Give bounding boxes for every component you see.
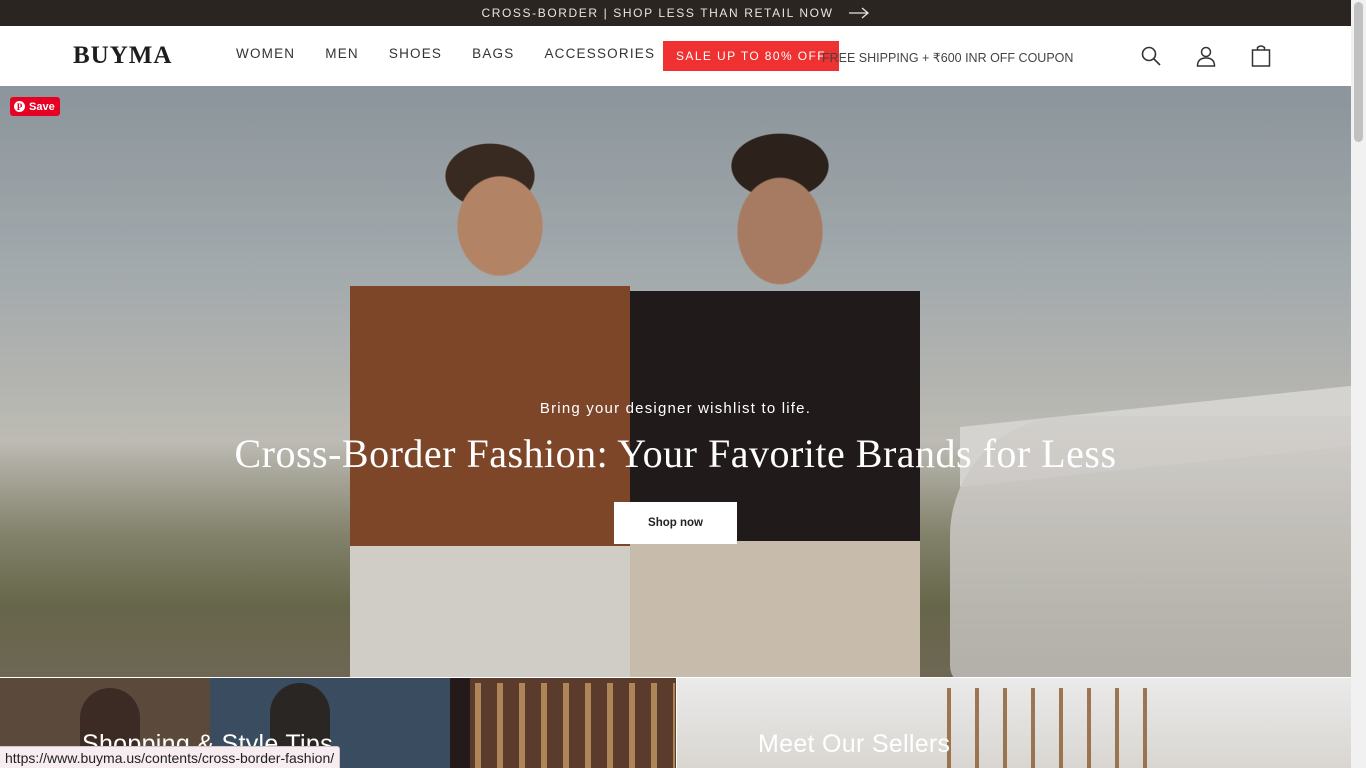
account-icon[interactable]	[1194, 44, 1218, 68]
site-logo[interactable]: BUYMA	[73, 42, 172, 70]
promo-text: FREE SHIPPING + ₹600 INR OFF COUPON	[822, 51, 1074, 65]
main-nav: WOMEN MEN SHOES BAGS ACCESSORIES	[236, 46, 655, 61]
cart-icon[interactable]	[1249, 44, 1273, 68]
search-icon[interactable]	[1139, 44, 1163, 68]
page-scrollbar[interactable]	[1351, 0, 1366, 768]
meet-sellers-title[interactable]: Meet Our Sellers	[758, 730, 950, 759]
announcement-text[interactable]: CROSS-BORDER | SHOP LESS THAN RETAIL NOW	[481, 6, 833, 20]
meet-sellers-tile[interactable]: Meet Our Sellers	[677, 678, 1351, 768]
hero-overlay	[0, 86, 1351, 677]
hero-title: Cross-Border Fashion: Your Favorite Bran…	[234, 431, 1117, 476]
announcement-bar[interactable]: CROSS-BORDER | SHOP LESS THAN RETAIL NOW	[0, 0, 1351, 26]
link-status-bar: https://www.buyma.us/contents/cross-bord…	[0, 746, 341, 768]
site-header: BUYMA WOMEN MEN SHOES BAGS ACCESSORIES S…	[0, 26, 1351, 86]
tile-image-street-lights	[475, 683, 675, 768]
pinterest-icon: P	[14, 101, 25, 112]
tile-image-hangers	[947, 688, 1147, 768]
nav-men[interactable]: MEN	[325, 46, 359, 61]
arrow-right-icon[interactable]	[848, 7, 870, 19]
hero-banner[interactable]: Bring your designer wishlist to life. Cr…	[0, 86, 1351, 677]
shop-now-button[interactable]: Shop now	[614, 502, 737, 544]
pinterest-save-label: Save	[29, 100, 55, 113]
hero-subtitle: Bring your designer wishlist to life.	[539, 400, 812, 417]
scrollbar-thumb[interactable]	[1354, 2, 1363, 142]
nav-shoes[interactable]: SHOES	[389, 46, 442, 61]
nav-women[interactable]: WOMEN	[236, 46, 295, 61]
nav-accessories[interactable]: ACCESSORIES	[544, 46, 655, 61]
pinterest-save-button[interactable]: P Save	[10, 97, 60, 116]
nav-bags[interactable]: BAGS	[472, 46, 514, 61]
sale-button[interactable]: SALE UP TO 80% OFF	[663, 41, 839, 71]
